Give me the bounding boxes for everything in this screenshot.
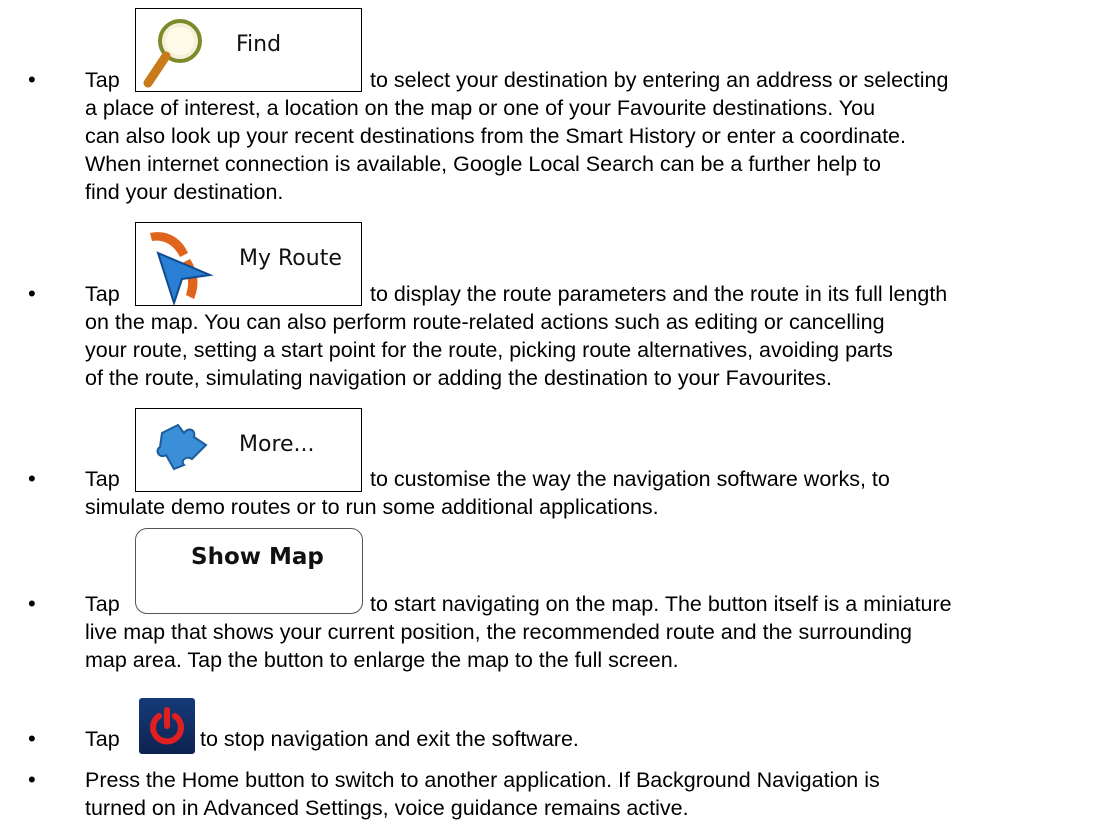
my-route-button[interactable]: My Route bbox=[135, 222, 362, 307]
puzzle-piece-icon bbox=[154, 419, 212, 478]
route-arrow-icon bbox=[140, 225, 220, 312]
item-text-first: to customise the way the navigation soft… bbox=[370, 467, 890, 491]
bullet-marker: • bbox=[28, 466, 36, 491]
item-text-first: to stop navigation and exit the software… bbox=[200, 727, 579, 751]
exit-button[interactable] bbox=[139, 698, 195, 754]
item-text-line: Press the Home button to switch to anoth… bbox=[85, 768, 880, 792]
bullet-marker: • bbox=[28, 281, 36, 306]
find-button[interactable]: Find bbox=[135, 8, 362, 92]
item-text-line: simulate demo routes or to run some addi… bbox=[85, 495, 659, 519]
item-text-line: turned on in Advanced Settings, voice gu… bbox=[85, 796, 689, 820]
bullet-marker: • bbox=[28, 726, 36, 751]
find-button-label: Find bbox=[236, 32, 282, 57]
more-button-label: More... bbox=[239, 432, 315, 457]
tap-word: Tap bbox=[85, 592, 120, 616]
my-route-button-label: My Route bbox=[239, 246, 342, 271]
item-text-first: to select your destination by entering a… bbox=[370, 68, 949, 92]
tap-word: Tap bbox=[85, 467, 120, 491]
more-button[interactable]: More... bbox=[135, 408, 362, 492]
magnifier-icon bbox=[140, 13, 206, 100]
bullet-marker: • bbox=[28, 767, 36, 792]
item-text-line: When internet connection is available, G… bbox=[85, 152, 881, 176]
tap-word: Tap bbox=[85, 282, 120, 306]
item-text-first: to display the route parameters and the … bbox=[370, 282, 948, 306]
item-text-line: of the route, simulating navigation or a… bbox=[85, 366, 832, 390]
tap-word: Tap bbox=[85, 68, 120, 92]
item-text-line: on the map. You can also perform route-r… bbox=[85, 310, 885, 334]
bullet-marker: • bbox=[28, 67, 36, 92]
power-icon bbox=[147, 706, 187, 753]
tap-word: Tap bbox=[85, 727, 120, 751]
item-text-line: can also look up your recent destination… bbox=[85, 124, 906, 148]
item-text-line: find your destination. bbox=[85, 180, 284, 204]
bullet-marker: • bbox=[28, 591, 36, 616]
item-text-line: live map that shows your current positio… bbox=[85, 620, 913, 644]
show-map-button-label: Show Map bbox=[191, 544, 324, 570]
item-text-first: to start navigating on the map. The butt… bbox=[370, 592, 952, 616]
item-text-line: your route, setting a start point for th… bbox=[85, 338, 893, 362]
item-text-line: map area. Tap the button to enlarge the … bbox=[85, 648, 679, 672]
item-text-line: a place of interest, a location on the m… bbox=[85, 96, 876, 120]
show-map-button[interactable]: Show Map bbox=[135, 528, 363, 614]
